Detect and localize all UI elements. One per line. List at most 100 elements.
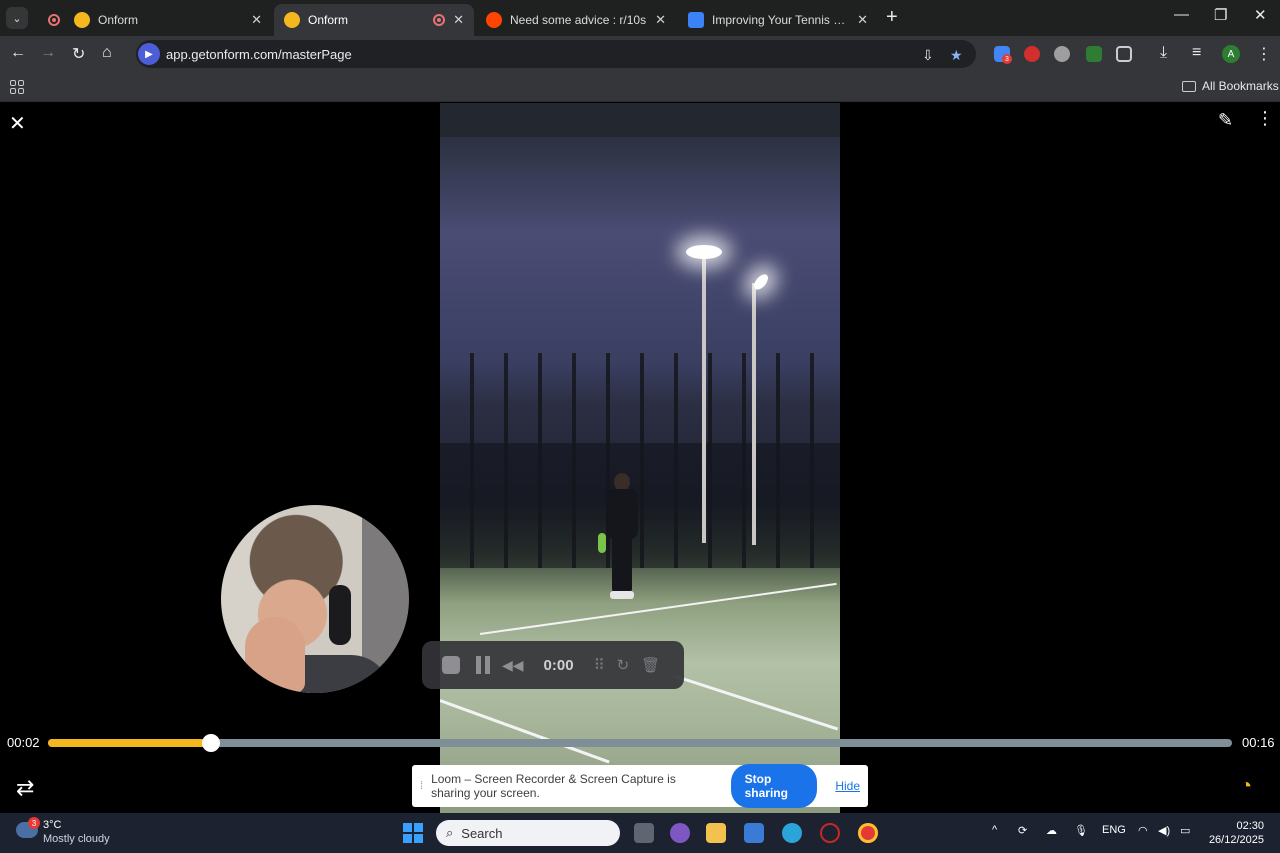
- total-time: 00:16: [1242, 735, 1275, 750]
- sync-icon[interactable]: ⟳: [1018, 824, 1027, 837]
- close-player-icon[interactable]: ✕: [9, 111, 26, 136]
- extension-badge: 3: [1002, 54, 1012, 64]
- restart-icon[interactable]: ↻: [617, 656, 630, 674]
- rewind-icon[interactable]: ◀◀: [502, 657, 524, 674]
- system-clock[interactable]: 02:30 26/12/2025: [1206, 819, 1264, 847]
- address-bar[interactable]: ▶ app.getonform.com/masterPage ⇩ ★: [136, 40, 976, 68]
- close-window-button[interactable]: ✕: [1254, 6, 1267, 24]
- tab-onform-2[interactable]: Onform ✕: [274, 4, 474, 36]
- home-button[interactable]: ⌂: [102, 44, 112, 62]
- adblock-extension-icon[interactable]: [1024, 46, 1040, 62]
- timeline-handle[interactable]: [201, 734, 220, 752]
- gear-favicon-icon: [688, 12, 704, 28]
- tab-title: Onform: [308, 13, 349, 27]
- copilot-icon[interactable]: [670, 823, 690, 843]
- show-hidden-icons[interactable]: ^: [992, 824, 997, 836]
- all-bookmarks-label: All Bookmarks: [1202, 79, 1279, 93]
- downloads-icon[interactable]: ⤓: [1160, 44, 1167, 62]
- microphone-icon[interactable]: 🎙: [1074, 824, 1088, 837]
- speed-gauge-icon[interactable]: ◔: [1240, 775, 1252, 798]
- loop-icon[interactable]: ⇄: [16, 775, 34, 801]
- back-button[interactable]: ←: [10, 44, 26, 62]
- start-button[interactable]: [403, 823, 423, 843]
- extension-icon[interactable]: [1086, 46, 1102, 62]
- tab-reddit[interactable]: Need some advice : r/10s ✕: [476, 4, 676, 36]
- taskbar-search[interactable]: ⌕ Search: [436, 820, 620, 846]
- onform-favicon-icon: [74, 12, 90, 28]
- bookmark-star-icon[interactable]: ★: [950, 47, 963, 64]
- reddit-favicon-icon: [486, 12, 502, 28]
- court-line: [440, 699, 610, 764]
- minimize-button[interactable]: —: [1174, 6, 1189, 23]
- stop-recording-button[interactable]: [442, 656, 460, 674]
- opera-icon[interactable]: [820, 823, 840, 843]
- pause-recording-button[interactable]: [476, 656, 490, 674]
- profile-avatar[interactable]: A: [1222, 45, 1240, 63]
- more-options-icon[interactable]: ⋮: [1256, 109, 1274, 127]
- recorder-controls: ◀◀ 0:00 ⠿ ↻ 🗑: [422, 641, 684, 689]
- loom-sharing-banner: ⁞ Loom – Screen Recorder & Screen Captur…: [412, 764, 868, 808]
- chrome-icon[interactable]: [858, 823, 878, 843]
- tab-close-icon[interactable]: ✕: [453, 12, 464, 28]
- temperature: 3°C: [43, 819, 62, 831]
- tennis-video-frame[interactable]: [440, 103, 840, 813]
- webcam-bubble[interactable]: [221, 505, 409, 693]
- reload-button[interactable]: ↻: [72, 44, 85, 64]
- language-indicator[interactable]: ENG: [1102, 824, 1126, 836]
- wifi-icon[interactable]: ◠: [1138, 824, 1148, 837]
- tab-close-icon[interactable]: ✕: [857, 12, 868, 28]
- court-line: [479, 582, 837, 635]
- edge-icon[interactable]: [782, 823, 802, 843]
- sharing-message: Loom – Screen Recorder & Screen Capture …: [431, 772, 676, 800]
- volume-icon[interactable]: ◀): [1158, 824, 1170, 837]
- tab-close-icon[interactable]: ✕: [251, 12, 262, 28]
- search-placeholder: Search: [461, 825, 503, 841]
- browser-toolbar: ← → ↻ ⌂ ▶ app.getonform.com/masterPage ⇩…: [0, 36, 1280, 72]
- delete-icon[interactable]: 🗑: [641, 656, 660, 674]
- tab-close-icon[interactable]: ✕: [655, 12, 666, 28]
- url-text: app.getonform.com/masterPage: [166, 46, 352, 62]
- light-pole: [702, 253, 706, 543]
- weather-badge: 3: [28, 817, 40, 829]
- weather-condition: Mostly cloudy: [43, 833, 110, 845]
- clock-time: 02:30: [1236, 820, 1264, 832]
- drag-grip-icon[interactable]: ⁞: [420, 780, 423, 792]
- extension-icon[interactable]: [1054, 46, 1070, 62]
- tab-onform-1[interactable]: Onform ✕: [36, 4, 272, 36]
- stop-sharing-button[interactable]: Stop sharing: [730, 764, 818, 808]
- current-time: 00:02: [7, 735, 40, 750]
- timeline-progress: [48, 739, 211, 747]
- hide-link[interactable]: Hide: [835, 779, 860, 793]
- extensions-puzzle-icon[interactable]: [1116, 46, 1132, 62]
- tab-title: Need some advice : r/10s: [510, 13, 647, 27]
- tab-search-button[interactable]: ⌄: [6, 7, 28, 29]
- recording-icon: [433, 14, 446, 26]
- tab-title: Onform: [98, 13, 139, 27]
- drag-handle-icon[interactable]: ⠿: [594, 656, 605, 674]
- apps-grid-icon[interactable]: [10, 80, 24, 94]
- bookmarks-bar: All Bookmarks: [0, 72, 1280, 102]
- clock-date: 26/12/2025: [1208, 834, 1264, 846]
- all-bookmarks-button[interactable]: All Bookmarks: [1182, 79, 1279, 93]
- search-icon: ⌕: [446, 825, 454, 840]
- media-controls-icon[interactable]: ≡: [1192, 44, 1201, 62]
- restore-button[interactable]: ❐: [1214, 6, 1227, 24]
- timeline-scrubber[interactable]: [48, 734, 1232, 752]
- forward-button[interactable]: →: [40, 44, 56, 62]
- site-info-icon[interactable]: ▶: [138, 43, 160, 65]
- install-app-icon[interactable]: ⇩: [922, 47, 934, 64]
- battery-icon[interactable]: ▭: [1180, 824, 1190, 837]
- edit-pencil-icon[interactable]: ✎: [1218, 110, 1233, 131]
- menu-kebab-icon[interactable]: ⋮: [1256, 44, 1272, 64]
- tab-tennis-serve[interactable]: Improving Your Tennis Serve Te ✕: [678, 4, 878, 36]
- file-explorer-icon[interactable]: [706, 823, 726, 843]
- onedrive-icon[interactable]: ☁: [1046, 824, 1057, 837]
- task-view-icon[interactable]: [634, 823, 654, 843]
- windows-taskbar: 3 3°C Mostly cloudy ⌕ Search ^ ⟳ ☁ 🎙 ENG…: [0, 813, 1280, 853]
- new-tab-button[interactable]: +: [886, 6, 898, 29]
- folder-icon: [1182, 80, 1196, 92]
- store-icon[interactable]: [744, 823, 764, 843]
- video-player: ✕ ✎ ⋮ ◀◀ 0:00 ⠿ ↻ 🗑 00:02 00:16 ⇄ ◔ ⁞ Lo…: [0, 103, 1280, 813]
- tab-strip: ⌄ Onform ✕ Onform ✕ Need some advice : r…: [0, 0, 1280, 36]
- tennis-player: [598, 473, 644, 603]
